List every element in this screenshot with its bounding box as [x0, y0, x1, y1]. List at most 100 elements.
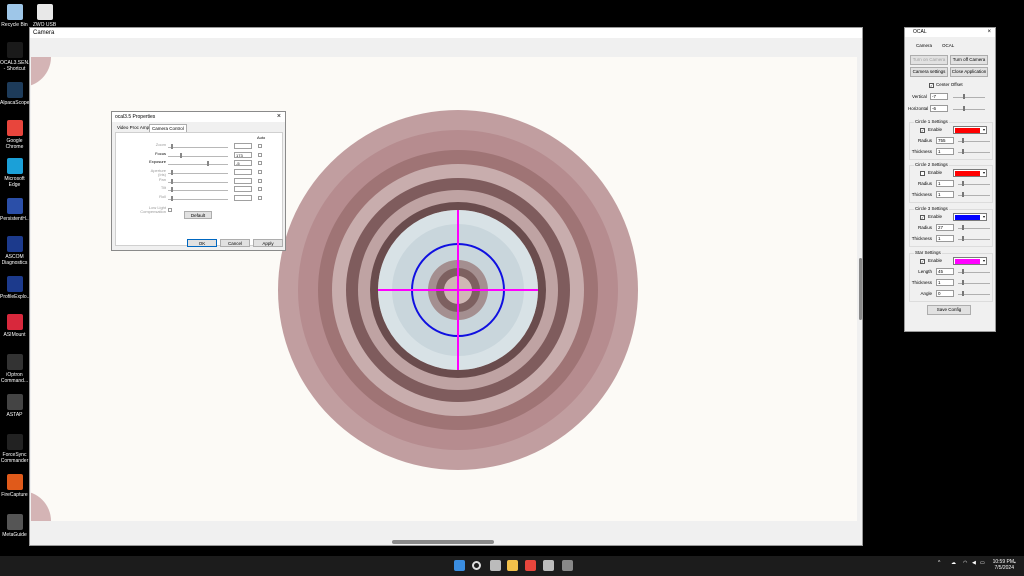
angle-input[interactable]: 0	[936, 290, 954, 297]
close-icon[interactable]: ×	[987, 28, 991, 37]
desktop-icon[interactable]: FireCapture	[0, 474, 29, 498]
enable-checkbox[interactable]: ✓	[920, 215, 925, 220]
thickness-input[interactable]: 1	[936, 191, 954, 198]
desktop-icon[interactable]: Google Chrome	[0, 120, 29, 150]
thickness-input[interactable]: 1	[936, 148, 954, 155]
radius-input[interactable]: 27	[936, 224, 954, 231]
save-config-button[interactable]: Save Config	[927, 305, 971, 315]
desktop-icon[interactable]: MetaGuide	[0, 514, 29, 538]
vertical-input[interactable]: -7	[930, 93, 948, 100]
enable-checkbox[interactable]: ✓	[920, 128, 925, 133]
thickness-slider[interactable]	[962, 280, 964, 285]
property-slider[interactable]	[168, 173, 228, 174]
chevron-up-icon[interactable]: ^	[938, 560, 940, 566]
desktop-icon[interactable]: ZWO USB	[30, 4, 59, 28]
auto-checkbox[interactable]	[258, 196, 262, 200]
cancel-button[interactable]: Cancel	[220, 239, 250, 247]
apply-button[interactable]: Apply	[253, 239, 283, 247]
close-application-button[interactable]: Close Application	[950, 67, 988, 77]
search-icon[interactable]	[472, 561, 481, 570]
thickness-slider[interactable]	[962, 192, 964, 197]
auto-checkbox[interactable]	[258, 144, 262, 148]
task-view-icon[interactable]	[490, 560, 501, 571]
tab-video-proc-amp[interactable]: Video Proc Amp	[115, 124, 151, 132]
vertical-slider[interactable]	[963, 94, 965, 99]
desktop-icon[interactable]: iOptron Command...	[0, 354, 29, 384]
property-value-input[interactable]: 173	[234, 152, 252, 158]
property-value-input[interactable]: -5	[234, 160, 252, 166]
desktop-icon[interactable]: Recycle Bin	[0, 4, 29, 28]
camera-window[interactable]: Camera	[29, 27, 863, 546]
property-value-input[interactable]	[234, 195, 252, 201]
camera-app-icon[interactable]	[562, 560, 573, 571]
clock[interactable]: 10:59 PM 7/5/2024	[993, 559, 1014, 571]
radius-input[interactable]: 1	[936, 180, 954, 187]
auto-checkbox[interactable]	[258, 153, 262, 157]
desktop-icon[interactable]: OCAL3.SEN... - Shortcut	[0, 42, 32, 72]
desktop-icon[interactable]: ForceSync Commander	[0, 434, 29, 464]
radius-slider[interactable]	[962, 138, 964, 143]
property-value-input[interactable]	[234, 186, 252, 192]
slider-thumb[interactable]	[171, 170, 173, 175]
camera-settings-button[interactable]: Camera settings	[910, 67, 948, 77]
radius-input[interactable]: 755	[936, 137, 954, 144]
property-slider[interactable]	[168, 199, 228, 200]
slider-thumb[interactable]	[207, 161, 209, 166]
radius-slider[interactable]	[962, 225, 964, 230]
turn-off-camera-button[interactable]: Turn off Camera	[950, 55, 988, 65]
cloud-icon[interactable]: ☁	[951, 560, 956, 566]
property-value-input[interactable]	[234, 169, 252, 175]
property-slider[interactable]	[168, 156, 228, 157]
properties-dialog[interactable]: ocal3.5 Properties × Video Proc Amp Came…	[111, 111, 286, 251]
chrome-icon[interactable]	[525, 560, 536, 571]
close-icon[interactable]: ×	[277, 112, 281, 122]
tab-ocal[interactable]: OCAL	[942, 43, 954, 49]
desktop-icon[interactable]: ASIMount	[0, 314, 29, 338]
desktop-icon[interactable]: Microsoft Edge	[0, 158, 29, 188]
tab-camera-control[interactable]: Camera Control	[149, 124, 187, 132]
slider-thumb[interactable]	[180, 153, 182, 158]
center-offset-checkbox[interactable]: ✓	[929, 83, 934, 88]
color-picker[interactable]: ▾	[953, 257, 987, 265]
volume-icon[interactable]: ◀	[972, 560, 976, 566]
file-explorer-icon[interactable]	[507, 560, 518, 571]
battery-icon[interactable]: ▭	[980, 560, 985, 566]
ok-button[interactable]: OK	[187, 239, 217, 247]
auto-checkbox[interactable]	[258, 161, 262, 165]
enable-checkbox[interactable]	[920, 171, 925, 176]
default-button[interactable]: Default	[184, 211, 212, 219]
desktop-icon[interactable]: PersistentH...	[0, 198, 30, 222]
start-icon[interactable]	[454, 560, 465, 571]
notification-icon[interactable]: ▪	[1014, 560, 1016, 566]
radius-slider[interactable]	[962, 181, 964, 186]
horizontal-slider[interactable]	[963, 106, 965, 111]
property-slider[interactable]	[168, 147, 228, 148]
slider-thumb[interactable]	[171, 144, 173, 149]
desktop-icon[interactable]: ASTAP	[0, 394, 29, 418]
desktop-icon[interactable]: ProfileExplo...	[0, 276, 31, 300]
thickness-input[interactable]: 1	[936, 235, 954, 242]
thickness-input[interactable]: 1	[936, 279, 954, 286]
slider-thumb[interactable]	[171, 196, 173, 201]
property-slider[interactable]	[168, 190, 228, 191]
horizontal-input[interactable]: -6	[930, 105, 948, 112]
color-picker[interactable]: ▾	[953, 169, 987, 177]
length-input[interactable]: 45	[936, 268, 954, 275]
property-value-input[interactable]	[234, 143, 252, 149]
desktop-icon[interactable]: ASCOM Diagnostics	[0, 236, 29, 266]
turn-on-camera-button[interactable]: Turn on Camera	[910, 55, 948, 65]
property-value-input[interactable]	[234, 178, 252, 184]
low-light-checkbox[interactable]	[168, 208, 172, 212]
angle-slider[interactable]	[962, 291, 964, 296]
length-slider[interactable]	[962, 269, 964, 274]
wifi-icon[interactable]: ◠	[963, 560, 967, 566]
color-picker[interactable]: ▾	[953, 126, 987, 134]
property-slider[interactable]	[168, 164, 228, 165]
property-slider[interactable]	[168, 182, 228, 183]
auto-checkbox[interactable]	[258, 187, 262, 191]
auto-checkbox[interactable]	[258, 170, 262, 174]
enable-checkbox[interactable]: ✓	[920, 259, 925, 264]
thickness-slider[interactable]	[962, 236, 964, 241]
tab-camera[interactable]: Camera	[916, 43, 932, 49]
network-app-icon[interactable]	[543, 560, 554, 571]
